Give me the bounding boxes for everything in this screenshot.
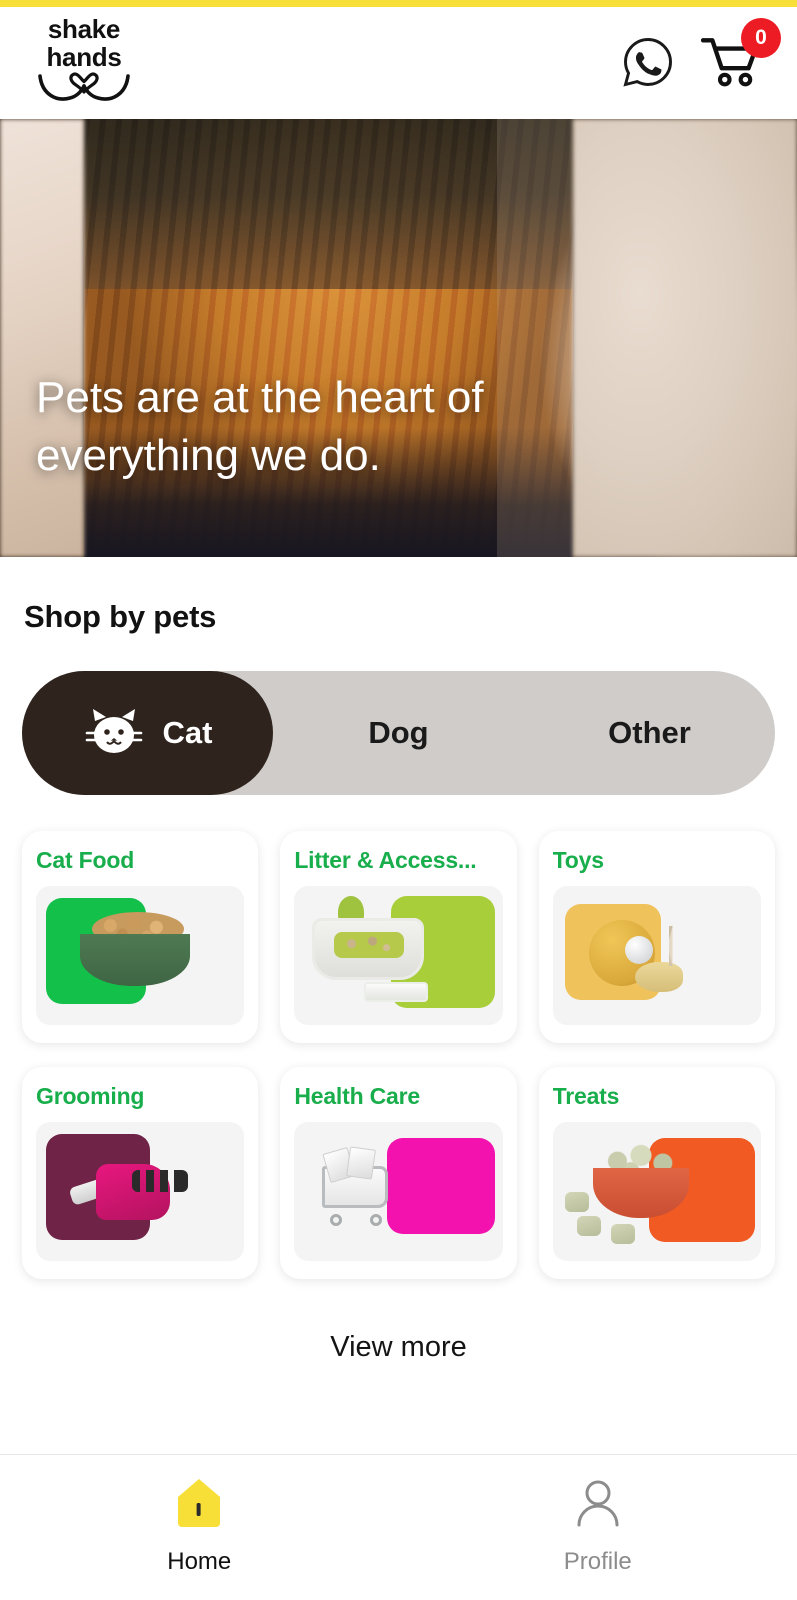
shop-by-pets-section: Shop by pets Cat Dog Other Cat Food Litt…: [0, 557, 797, 1454]
category-card-treats[interactable]: Treats: [538, 1067, 775, 1279]
view-more-link[interactable]: View more: [330, 1331, 466, 1364]
category-card-title: Toys: [552, 847, 604, 873]
category-card-grooming[interactable]: Grooming: [22, 1067, 259, 1279]
category-card-image: [552, 886, 761, 1025]
category-card-image: [294, 1122, 503, 1261]
category-card-title: Grooming: [36, 1083, 145, 1109]
person-icon: [573, 1477, 623, 1534]
category-grid: Cat Food Litter & Access... Toys Groomin…: [22, 831, 775, 1279]
tab-dog[interactable]: Dog: [273, 671, 524, 795]
nav-item-home-label: Home: [167, 1548, 232, 1575]
category-card-image: [552, 1122, 761, 1261]
category-card-cat-food[interactable]: Cat Food: [22, 831, 259, 1043]
tab-cat-label: Cat: [162, 715, 213, 750]
whatsapp-button[interactable]: [621, 35, 675, 92]
cart-count-badge: 0: [741, 17, 781, 58]
hero-banner[interactable]: Pets are at the heart of everything we d…: [0, 119, 797, 557]
category-card-image: [36, 886, 245, 1025]
section-title: Shop by pets: [24, 599, 217, 634]
category-card-title: Health Care: [294, 1083, 420, 1109]
pet-type-tabs: Cat Dog Other: [22, 671, 775, 795]
nav-item-profile-label: Profile: [563, 1548, 632, 1575]
app-header: shake hands 0: [0, 7, 797, 119]
tab-cat[interactable]: Cat: [22, 671, 273, 795]
logo-text-line1: shake: [47, 14, 121, 44]
whatsapp-icon: [621, 35, 675, 92]
hero-headline: Pets are at the heart of everything we d…: [36, 372, 484, 480]
category-card-image: [294, 886, 503, 1025]
category-card-litter[interactable]: Litter & Access...: [280, 831, 517, 1043]
color-swatch: [386, 1138, 495, 1234]
hero-image: [0, 119, 797, 557]
tab-dog-label: Dog: [368, 715, 429, 750]
category-card-title: Cat Food: [36, 847, 135, 873]
view-more-wrapper: View more: [22, 1331, 775, 1364]
tab-other[interactable]: Other: [524, 671, 775, 795]
category-card-image: [36, 1122, 245, 1261]
home-icon: [174, 1477, 224, 1534]
nav-item-home[interactable]: Home: [0, 1477, 399, 1576]
heart-swoosh-icon: [36, 72, 132, 110]
header-actions: 0: [621, 17, 781, 93]
category-card-health-care[interactable]: Health Care: [280, 1067, 517, 1279]
category-card-title: Litter & Access...: [294, 847, 477, 873]
nav-item-profile[interactable]: Profile: [399, 1477, 797, 1576]
top-accent-bar: [0, 0, 797, 7]
cart-button[interactable]: 0: [700, 17, 781, 93]
cat-face-icon: [83, 705, 145, 761]
app-screen: shake hands 0 Pets are at the heart of e…: [0, 0, 797, 1600]
brand-logo[interactable]: shake hands: [36, 16, 132, 110]
category-card-title: Treats: [552, 1083, 620, 1109]
tab-other-label: Other: [608, 715, 691, 750]
bottom-navigation: Home Profile: [0, 1454, 797, 1600]
logo-text-line2: hands: [46, 42, 122, 72]
category-card-toys[interactable]: Toys: [538, 831, 775, 1043]
